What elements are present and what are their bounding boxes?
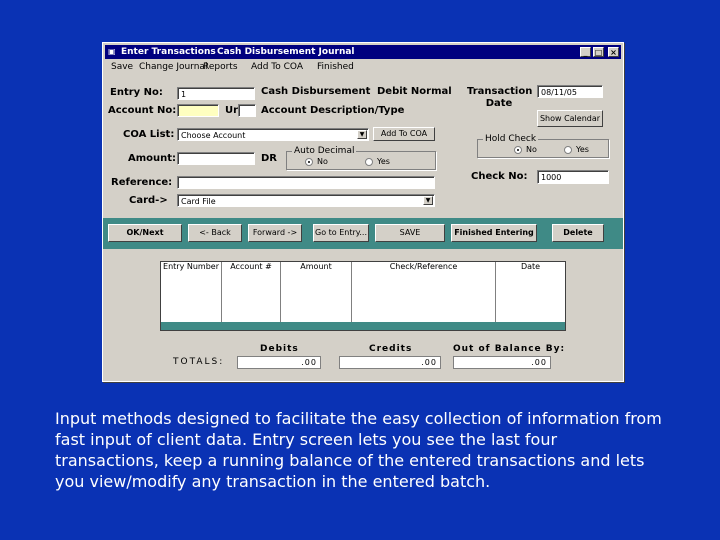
grid-header-account: Account #: [222, 262, 281, 272]
hold-check-yes-radio[interactable]: [564, 146, 572, 154]
menu-add-to-coa[interactable]: Add To COA: [251, 62, 303, 72]
window-title: Enter Transactions: [121, 47, 216, 57]
back-button[interactable]: <- Back: [188, 224, 242, 242]
hold-check-no-radio[interactable]: [514, 146, 522, 154]
ur-field[interactable]: [238, 104, 256, 117]
transaction-date-field[interactable]: 08/11/05: [537, 85, 603, 98]
debits-label: Debits: [260, 344, 299, 354]
chevron-down-icon[interactable]: ▼: [357, 130, 367, 139]
check-no-label: Check No:: [471, 171, 528, 182]
card-file-dropdown[interactable]: Card File ▼: [177, 194, 435, 207]
account-no-field[interactable]: [177, 104, 219, 117]
account-no-label: Account No:: [108, 105, 177, 116]
forward-button[interactable]: Forward ->: [248, 224, 302, 242]
auto-decimal-label: Auto Decimal: [292, 146, 357, 156]
card-label: Card->: [129, 195, 168, 206]
credits-label: Credits: [369, 344, 413, 354]
hold-check-yes-label: Yes: [576, 145, 589, 154]
ur-label: Ur: [225, 105, 239, 116]
coa-list-value: Choose Account: [181, 131, 246, 140]
grid-footer: [161, 322, 565, 330]
check-no-field[interactable]: 1000: [537, 170, 609, 184]
action-toolbar: OK/Next <- Back Forward -> Go to Entry..…: [103, 218, 623, 249]
maximize-button[interactable]: □: [593, 47, 604, 57]
coa-list-label: COA List:: [123, 129, 175, 140]
auto-decimal-no-label: No: [317, 157, 328, 166]
enter-transactions-window: ▣ Enter Transactions Cash Disbursement J…: [102, 42, 624, 382]
slide-caption: Input methods designed to facilitate the…: [55, 409, 662, 491]
finished-entering-button[interactable]: Finished Entering: [451, 224, 537, 242]
window-subtitle: Cash Disbursement Journal: [217, 47, 355, 57]
go-to-entry-button[interactable]: Go to Entry...: [313, 224, 369, 242]
entry-no-field[interactable]: 1: [177, 87, 255, 100]
menu-change-journal[interactable]: Change Journal: [139, 62, 207, 72]
card-file-value: Card File: [181, 197, 216, 206]
auto-decimal-no-radio[interactable]: [305, 158, 313, 166]
coa-list-dropdown[interactable]: Choose Account ▼: [177, 128, 369, 141]
minimize-button[interactable]: _: [580, 47, 591, 57]
auto-decimal-yes-radio[interactable]: [365, 158, 373, 166]
menu-save[interactable]: Save: [111, 62, 133, 72]
recent-transactions-grid[interactable]: Entry Number Account # Amount Check/Refe…: [160, 261, 566, 331]
account-description-label: Account Description/Type: [261, 105, 405, 116]
dr-label: DR: [261, 153, 278, 164]
menu-bar: Save Change Journal Reports Add To COA F…: [105, 60, 621, 74]
journal-type-label: Cash Disbursement: [261, 86, 371, 97]
debit-normal-label: Debit Normal: [377, 86, 452, 97]
entry-no-label: Entry No:: [110, 87, 163, 98]
credits-total-field: .00: [339, 356, 441, 369]
chevron-down-icon[interactable]: ▼: [423, 196, 433, 205]
reference-field[interactable]: [177, 176, 435, 189]
totals-label: TOTALS:: [173, 357, 225, 367]
title-bar[interactable]: ▣ Enter Transactions Cash Disbursement J…: [105, 45, 621, 59]
out-of-balance-label: Out of Balance By:: [453, 344, 566, 354]
menu-finished[interactable]: Finished: [317, 62, 354, 72]
grid-header-date: Date: [520, 262, 541, 271]
save-button[interactable]: SAVE: [375, 224, 445, 242]
delete-button[interactable]: Delete: [552, 224, 604, 242]
amount-label: Amount:: [128, 153, 177, 164]
menu-reports[interactable]: Reports: [203, 62, 238, 72]
grid-header-check-reference: Check/Reference: [352, 262, 496, 272]
hold-check-group: Hold Check No Yes: [477, 134, 609, 158]
auto-decimal-yes-label: Yes: [377, 157, 390, 166]
transaction-date-label: Transaction Date: [467, 86, 533, 109]
app-icon: ▣: [108, 47, 116, 56]
hold-check-label: Hold Check: [483, 134, 539, 144]
grid-header-entry-number: Entry Number: [161, 262, 222, 272]
auto-decimal-group: Auto Decimal No Yes: [286, 146, 436, 170]
add-to-coa-button[interactable]: Add To COA: [373, 127, 435, 141]
close-button[interactable]: ×: [608, 47, 619, 57]
grid-header-amount: Amount: [281, 262, 352, 272]
show-calendar-button[interactable]: Show Calendar: [537, 110, 603, 127]
reference-label: Reference:: [111, 177, 173, 188]
hold-check-no-label: No: [526, 145, 537, 154]
out-of-balance-field: .00: [453, 356, 551, 369]
ok-next-button[interactable]: OK/Next: [108, 224, 182, 242]
debits-total-field: .00: [237, 356, 321, 369]
amount-field[interactable]: [177, 152, 255, 165]
